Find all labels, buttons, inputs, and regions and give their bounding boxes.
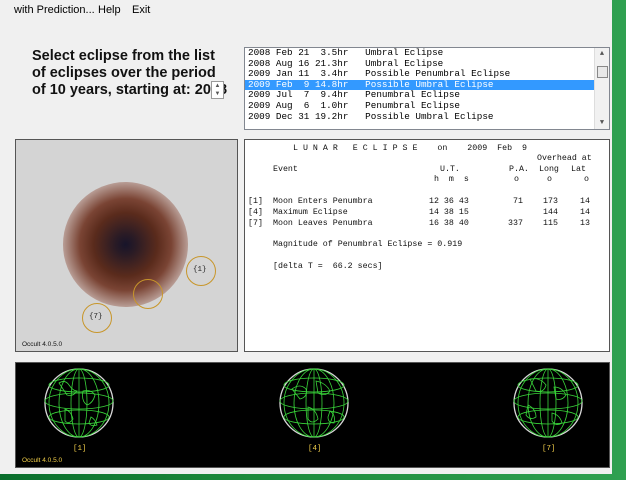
event-pa: 337 <box>508 219 523 228</box>
moon-shadow-panel: {1} {7} Occult 4.0.5.0 <box>15 139 238 352</box>
globe-icon <box>279 368 349 438</box>
event-ut: 14 38 15 <box>429 208 469 217</box>
prompt-line-2: of eclipses over the period <box>32 65 216 81</box>
header-lat: Lat <box>571 165 586 174</box>
scroll-thumb[interactable] <box>597 66 608 78</box>
moon-label-1: {1} <box>193 266 207 274</box>
year-spinner[interactable]: ▲ ▼ <box>211 81 224 99</box>
report-overhead: Overhead at <box>537 154 592 163</box>
menu-exit[interactable]: Exit <box>132 4 150 16</box>
moon-label-7: {7} <box>89 313 103 321</box>
header-hms: h m s <box>434 175 469 184</box>
prompt-text: Select eclipse from the list of eclipses… <box>32 48 227 99</box>
scroll-down-icon[interactable]: ▼ <box>595 117 609 129</box>
menu-bar: with Prediction... Help Exit <box>0 0 612 20</box>
magnitude-text: Magnitude of Penumbral Eclipse = 0.919 <box>273 240 463 249</box>
event-id: [7] <box>248 219 263 228</box>
header-long: Long <box>539 165 559 174</box>
header-deg-pa: o <box>514 175 519 184</box>
event-name: Moon Enters Penumbra <box>273 197 373 206</box>
event-ut: 16 38 40 <box>429 219 469 228</box>
spin-down-icon[interactable]: ▼ <box>212 90 223 98</box>
report-title: L U N A R E C L I P S E on 2009 Feb 9 <box>293 144 528 153</box>
spin-up-icon[interactable]: ▲ <box>212 82 223 90</box>
event-long: 115 <box>543 219 558 228</box>
scroll-up-icon[interactable]: ▲ <box>595 48 609 60</box>
header-ut: U.T. <box>440 165 460 174</box>
prompt-line-1: Select eclipse from the list <box>32 48 215 64</box>
menu-help[interactable]: Help <box>98 4 121 16</box>
eclipse-list[interactable]: 2008 Feb 21 3.5hr Umbral Eclipse 2008 Au… <box>244 47 610 130</box>
event-name: Maximum Eclipse <box>273 208 348 217</box>
event-lat: 14 <box>580 208 590 217</box>
header-event: Event <box>273 165 298 174</box>
eclipse-row[interactable]: 2009 Aug 6 1.0hr Penumbral Eclipse <box>245 100 609 112</box>
globe-label-1: [1] <box>73 445 87 453</box>
event-pa: 71 <box>513 197 523 206</box>
globe-panel: [1] [4] [7] Occult 4.0.5.0 <box>15 362 610 468</box>
globe-label-4: [4] <box>308 445 322 453</box>
eclipse-row[interactable]: 2008 Feb 21 3.5hr Umbral Eclipse <box>245 48 609 59</box>
header-deg-long: o <box>547 175 552 184</box>
menu-with-prediction[interactable]: with Prediction... <box>14 4 95 16</box>
header-pa: P.A. <box>509 165 529 174</box>
prompt-line-3: of 10 years, starting at: 2008 <box>32 82 228 98</box>
event-id: [4] <box>248 208 263 217</box>
moon-position-4 <box>133 279 163 309</box>
event-ut: 12 36 43 <box>429 197 469 206</box>
list-scrollbar[interactable]: ▲ ▼ <box>594 48 609 129</box>
eclipse-row[interactable]: 2009 Dec 31 19.2hr Possible Umbral Eclip… <box>245 111 609 123</box>
globe-icon <box>44 368 114 438</box>
event-lat: 14 <box>580 197 590 206</box>
version-label: Occult 4.0.5.0 <box>22 341 63 348</box>
header-deg-lat: o <box>584 175 589 184</box>
globe-label-7: [7] <box>542 445 556 453</box>
globe-version-label: Occult 4.0.5.0 <box>22 457 63 464</box>
event-long: 173 <box>543 197 558 206</box>
event-name: Moon Leaves Penumbra <box>273 219 373 228</box>
event-id: [1] <box>248 197 263 206</box>
main-window: with Prediction... Help Exit Select ecli… <box>0 0 612 474</box>
globe-icon <box>513 368 583 438</box>
earth-shadow <box>63 182 188 307</box>
event-long: 144 <box>543 208 558 217</box>
eclipse-report: L U N A R E C L I P S E on 2009 Feb 9 Ov… <box>244 139 610 352</box>
event-lat: 13 <box>580 219 590 228</box>
delta-t-text: [delta T = 66.2 secs] <box>273 262 383 271</box>
